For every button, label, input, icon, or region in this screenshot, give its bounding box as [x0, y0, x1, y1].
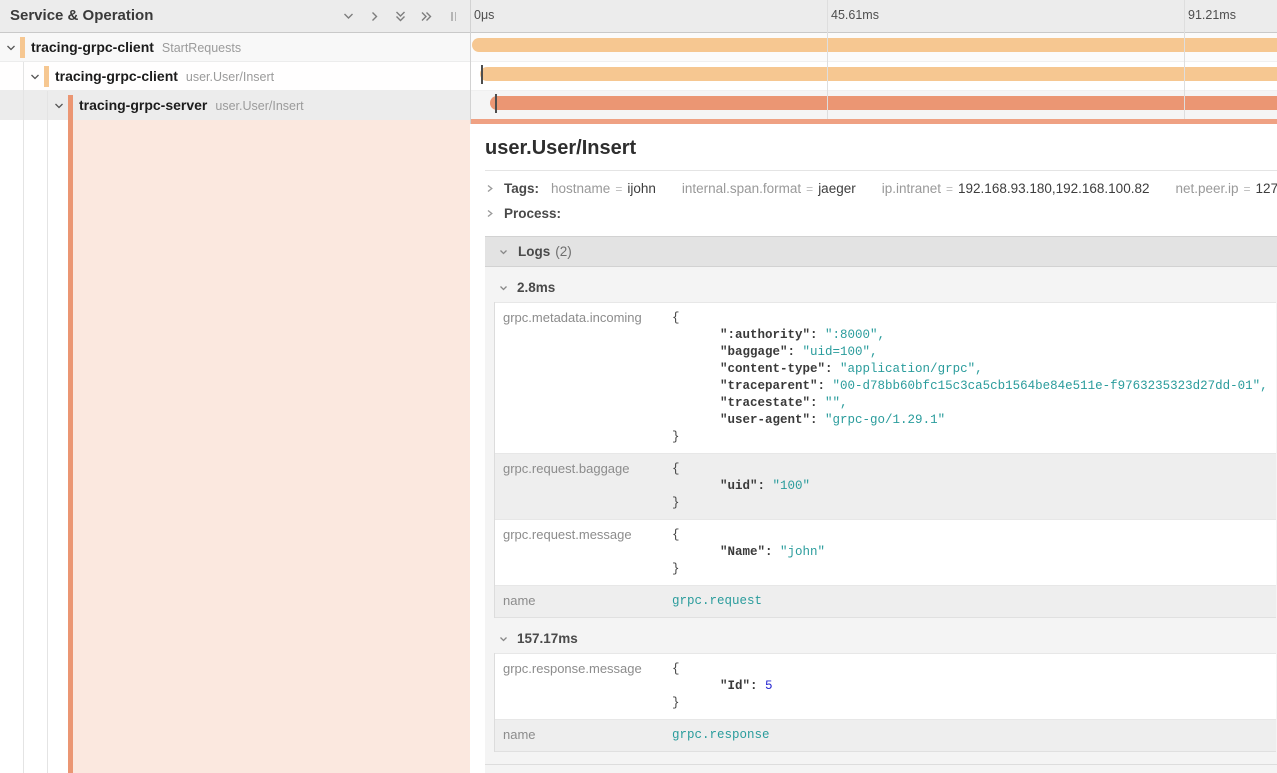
column-resizer-grip[interactable]	[451, 12, 456, 21]
span-row-tracing-grpc-client-startrequests[interactable]: tracing-grpc-client StartRequests	[0, 33, 470, 62]
double-chevron-right-icon[interactable]	[419, 9, 434, 24]
selected-span-color-bar	[68, 95, 73, 773]
tick-label: 0μs	[474, 8, 494, 22]
panel-divider[interactable]	[470, 0, 471, 124]
span-color-bar	[20, 37, 25, 58]
collapse-controls	[341, 9, 456, 24]
span-detail-panel: user.User/Insert Tags: hostname=ijohn in…	[470, 124, 1277, 773]
table-row: grpc.response.message { "Id": 5 }	[495, 653, 1276, 719]
field-value-json: { "Id": 5 }	[667, 654, 1276, 719]
tag-item: ip.intranet=192.168.93.180,192.168.100.8…	[882, 181, 1150, 196]
service-name: tracing-grpc-client	[55, 68, 178, 84]
field-value: grpc.request	[667, 586, 1276, 617]
operation-name: user.User/Insert	[186, 70, 274, 84]
table-row: grpc.metadata.incoming { ":authority": "…	[495, 302, 1276, 453]
service-name: tracing-grpc-client	[31, 39, 154, 55]
timeline-row	[470, 33, 1277, 62]
chevron-down-icon	[498, 634, 509, 644]
timeline-ruler: 0μs 45.61ms 91.21ms	[470, 0, 1277, 33]
span-bar-startrequests[interactable]	[472, 38, 1277, 52]
table-row: grpc.request.message { "Name": "john" }	[495, 519, 1276, 585]
log-entry-header[interactable]: 2.8ms	[485, 267, 1277, 302]
expanded-row-accent-bar	[470, 119, 1277, 124]
tick-label: 91.21ms	[1188, 8, 1236, 22]
tree-indent-guide	[23, 62, 24, 773]
span-color-bar	[44, 66, 49, 87]
tag-item: net.peer.ip=127.0.0.1	[1175, 181, 1277, 196]
chevron-down-icon[interactable]	[341, 9, 356, 24]
span-bar-server-insert[interactable]	[490, 96, 1277, 110]
log-entry-header[interactable]: 157.17ms	[485, 618, 1277, 653]
chevron-right-icon	[485, 183, 495, 194]
tick-label: 45.61ms	[831, 8, 879, 22]
table-row: grpc.request.baggage { "uid": "100" }	[495, 453, 1276, 519]
timeline-gridline	[827, 0, 828, 119]
chevron-down-icon	[498, 283, 509, 293]
chevron-down-icon	[498, 247, 509, 257]
tree-indent-guide	[47, 91, 48, 773]
logs-note-separator: Log timestamps are relative to the start…	[485, 764, 1277, 773]
span-row-tracing-grpc-client-insert[interactable]: tracing-grpc-client user.User/Insert	[0, 62, 470, 91]
tags-label: Tags:	[504, 181, 539, 196]
field-value-json: { "uid": "100" }	[667, 454, 1276, 519]
log-marker[interactable]	[495, 94, 497, 113]
tag-item: hostname=ijohn	[551, 181, 656, 196]
chevron-down-icon[interactable]	[53, 100, 65, 112]
timeline-row	[470, 62, 1277, 91]
log-timestamp: 2.8ms	[517, 280, 555, 295]
logs-label: Logs	[518, 244, 550, 259]
logs-body: 2.8ms grpc.metadata.incoming { ":authori…	[485, 267, 1277, 773]
logs-count: (2)	[555, 244, 572, 259]
chevron-down-icon[interactable]	[29, 71, 41, 83]
operation-name: user.User/Insert	[215, 99, 303, 113]
field-key: grpc.request.baggage	[495, 454, 667, 519]
chevron-right-icon	[485, 208, 495, 219]
tag-item: internal.span.format=jaeger	[682, 181, 856, 196]
timeline-canvas: 0μs 45.61ms 91.21ms	[470, 0, 1277, 124]
field-key: grpc.metadata.incoming	[495, 303, 667, 453]
tags-accordion[interactable]: Tags: hostname=ijohn internal.span.forma…	[485, 171, 1277, 196]
timeline-row	[470, 91, 1277, 120]
double-chevron-down-icon[interactable]	[393, 9, 408, 24]
log-timestamp: 157.17ms	[517, 631, 578, 646]
span-detail-title: user.User/Insert	[485, 137, 1277, 160]
chevron-right-icon[interactable]	[367, 9, 382, 24]
log-marker[interactable]	[481, 65, 483, 84]
logs-note: Log timestamps are relative to the start…	[485, 765, 1277, 773]
table-row: name grpc.request	[495, 585, 1276, 618]
log-fields-table: grpc.metadata.incoming { ":authority": "…	[494, 302, 1276, 618]
jaeger-trace-timeline-view: Service & Operation tracing-grpc-client S…	[0, 0, 1277, 773]
field-value-json: { ":authority": ":8000", "baggage": "uid…	[667, 303, 1276, 453]
chevron-down-icon[interactable]	[5, 42, 17, 54]
table-row: name grpc.response	[495, 719, 1276, 752]
span-list-header: Service & Operation	[0, 0, 470, 33]
service-operation-title: Service & Operation	[10, 7, 153, 24]
selected-span-focus-area	[73, 120, 470, 773]
field-value: grpc.response	[667, 720, 1276, 751]
field-value-json: { "Name": "john" }	[667, 520, 1276, 585]
field-key: name	[495, 586, 667, 617]
log-fields-table: grpc.response.message { "Id": 5 } name g…	[494, 653, 1276, 752]
logs-accordion-header[interactable]: Logs (2)	[485, 236, 1277, 267]
service-name: tracing-grpc-server	[79, 97, 207, 113]
timeline-gridline	[1184, 0, 1185, 119]
process-accordion[interactable]: Process:	[485, 196, 1277, 221]
field-key: grpc.request.message	[495, 520, 667, 585]
operation-name: StartRequests	[162, 41, 241, 55]
span-bar-client-insert[interactable]	[480, 67, 1277, 81]
field-key: grpc.response.message	[495, 654, 667, 719]
process-label: Process:	[504, 206, 561, 221]
field-key: name	[495, 720, 667, 751]
